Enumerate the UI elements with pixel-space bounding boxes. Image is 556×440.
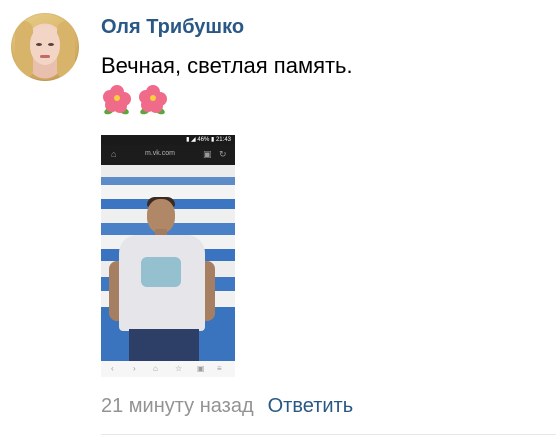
author-name[interactable]: Оля Трибушко (101, 16, 244, 39)
comment-timestamp[interactable]: 21 минуту назад (101, 395, 254, 417)
tabs-icon: ▣ (197, 364, 205, 373)
back-icon: ‹ (111, 364, 114, 373)
screenshot-nav-bar: ‹ › ⌂ ☆ ▣ ≡ (101, 361, 235, 377)
home-icon: ⌂ (111, 149, 117, 159)
photo-image (101, 165, 235, 361)
hibiscus-icon (137, 84, 169, 116)
screenshot-url-bar: ⌂ m.vk.com ▣ ↻ (101, 145, 235, 165)
comment-text: Вечная, светлая память. (101, 53, 353, 78)
screenshot-status-bar: ▮ ◢ 46% ▮ 21:43 (101, 135, 235, 145)
photo-attachment[interactable]: ▮ ◢ 46% ▮ 21:43 ⌂ m.vk.com ▣ ↻ ‹ › ⌂ ☆ ▣… (101, 135, 235, 377)
forward-icon: › (133, 364, 136, 373)
status-bar-text: ▮ ◢ 46% ▮ 21:43 (186, 137, 231, 143)
refresh-icon: ↻ (219, 149, 227, 159)
tabs-icon: ▣ (203, 149, 212, 159)
menu-icon: ≡ (217, 364, 222, 373)
reply-link[interactable]: Ответить (268, 395, 354, 417)
author-avatar[interactable] (11, 13, 79, 81)
home-icon: ⌂ (153, 364, 158, 373)
comment-meta: 21 минуту назад Ответить (101, 395, 353, 418)
star-icon: ☆ (175, 364, 183, 373)
screenshot-url-text: m.vk.com (145, 150, 175, 157)
hibiscus-icon (101, 84, 133, 116)
divider (101, 434, 556, 435)
emoji-row (101, 84, 169, 116)
